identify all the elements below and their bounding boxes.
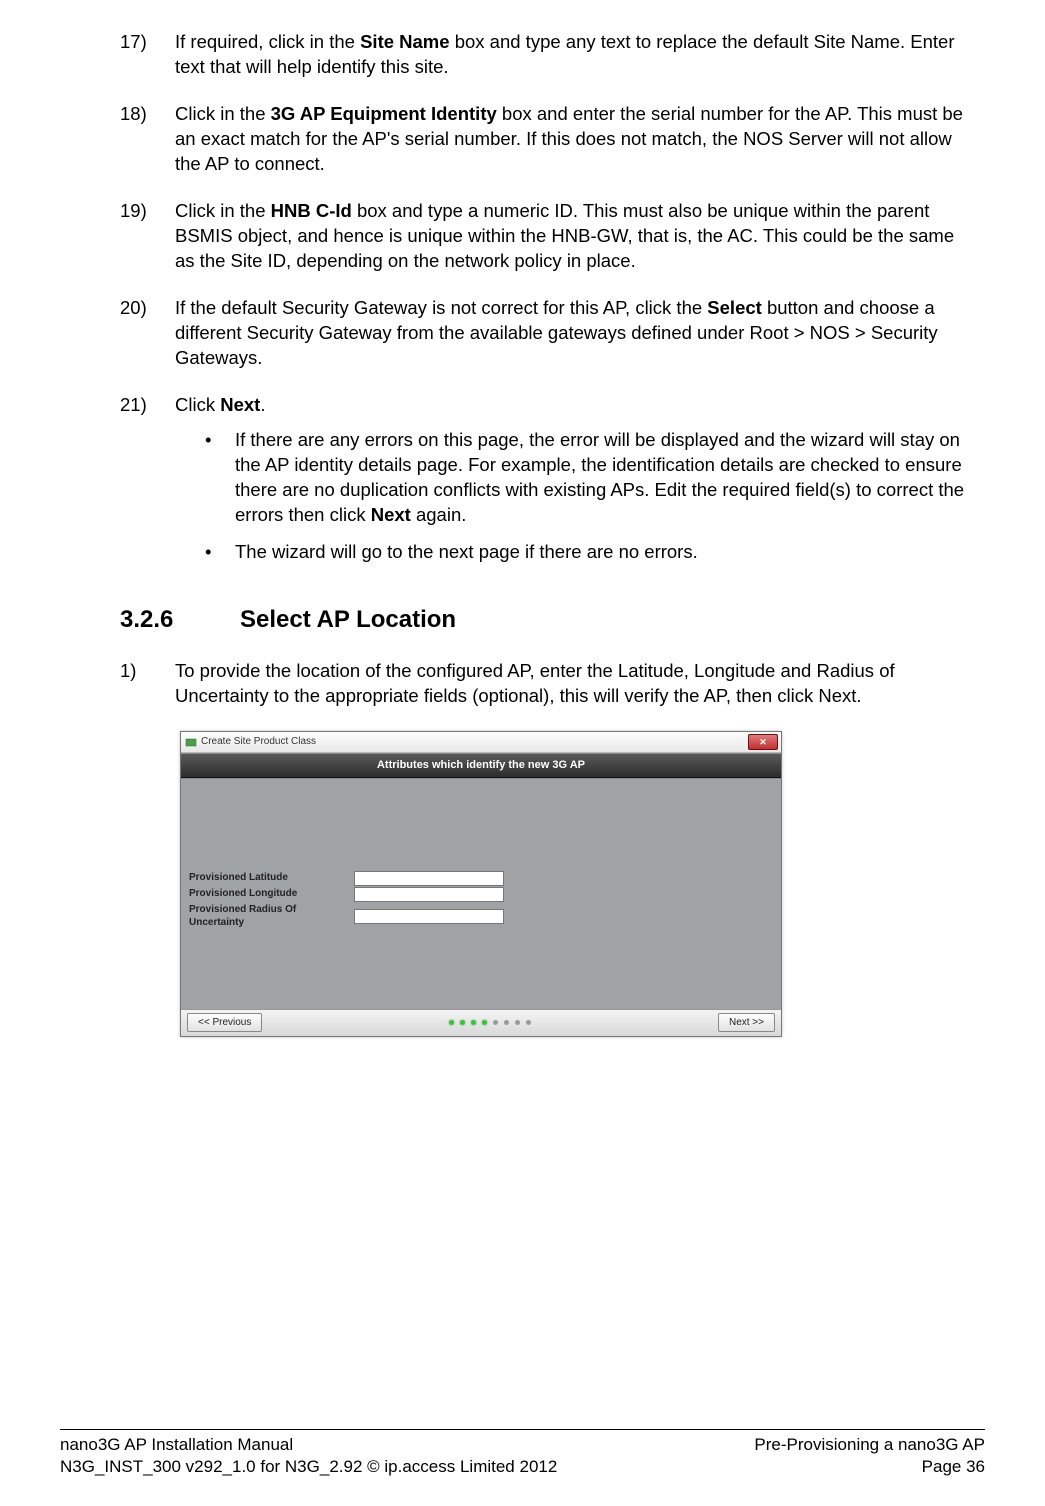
form-row: Provisioned Radius Of Uncertainty [189,903,504,930]
dialog-titlebar: Create Site Product Class ✕ [181,732,781,753]
bullet-item: • If there are any errors on this page, … [175,428,975,528]
progress-dot [504,1020,509,1025]
progress-dots [449,1020,531,1025]
section-heading: 3.2.6 Select AP Location [120,604,975,636]
field-label: Provisioned Longitude [189,887,354,901]
step: 1)To provide the location of the configu… [120,659,975,709]
text-input[interactable] [354,909,504,924]
footer-doc-title: nano3G AP Installation Manual [60,1434,557,1456]
bullet-item: •The wizard will go to the next page if … [175,540,975,565]
section-number: 3.2.6 [120,604,240,636]
dialog-body: Provisioned Latitude Provisioned Longitud… [181,778,781,1009]
step: 17)If required, click in the Site Name b… [120,30,975,80]
progress-dot-active [449,1020,454,1025]
step-number: 17) [120,30,175,80]
close-button[interactable]: ✕ [748,734,778,750]
field-label: Provisioned Latitude [189,871,354,885]
form-row: Provisioned Longitude [189,887,504,902]
create-site-dialog: Create Site Product Class ✕ Attributes w… [180,731,782,1037]
progress-dot-active [471,1020,476,1025]
footer-chapter: Pre-Provisioning a nano3G AP [754,1434,985,1456]
step: 20)If the default Security Gateway is no… [120,296,975,371]
bullet-mark: • [205,540,235,565]
dialog-screenshot: Create Site Product Class ✕ Attributes w… [180,731,975,1037]
form-row: Provisioned Latitude [189,871,504,886]
text-input[interactable] [354,887,504,902]
step-number: 19) [120,199,175,274]
step-body: If the default Security Gateway is not c… [175,296,975,371]
dialog-banner: Attributes which identify the new 3G AP [181,753,781,778]
close-icon: ✕ [759,736,767,748]
bullet-text: If there are any errors on this page, th… [235,428,975,528]
page-footer: nano3G AP Installation Manual N3G_INST_3… [60,1429,985,1478]
step: 19)Click in the HNB C-Id box and type a … [120,199,975,274]
dialog-footer: << Previous Next >> [181,1009,781,1036]
step-body: Click in the HNB C-Id box and type a num… [175,199,975,274]
footer-doc-id: N3G_INST_300 v292_1.0 for N3G_2.92 © ip.… [60,1456,557,1478]
step-number: 1) [120,659,175,709]
step-number: 21) [120,393,175,577]
step-number: 20) [120,296,175,371]
step: 18)Click in the 3G AP Equipment Identity… [120,102,975,177]
bullet-text: The wizard will go to the next page if t… [235,540,698,565]
step-body: If required, click in the Site Name box … [175,30,975,80]
step-number: 18) [120,102,175,177]
bullet-mark: • [205,428,235,528]
progress-dot [526,1020,531,1025]
page-content: 17)If required, click in the Site Name b… [60,30,985,1037]
previous-button[interactable]: << Previous [187,1013,262,1033]
section-title: Select AP Location [240,604,456,636]
progress-dot [515,1020,520,1025]
step-body: Click Next.• If there are any errors on … [175,393,975,577]
progress-dot-active [460,1020,465,1025]
progress-dot [493,1020,498,1025]
field-label: Provisioned Radius Of Uncertainty [189,903,354,930]
footer-page-number: Page 36 [754,1456,985,1478]
dialog-title: Create Site Product Class [201,735,316,749]
step-body: Click in the 3G AP Equipment Identity bo… [175,102,975,177]
window-icon [185,736,197,748]
text-input[interactable] [354,871,504,886]
step: 21)Click Next.• If there are any errors … [120,393,975,577]
step-body: To provide the location of the configure… [175,659,975,709]
progress-dot-active [482,1020,487,1025]
next-button[interactable]: Next >> [718,1013,775,1033]
